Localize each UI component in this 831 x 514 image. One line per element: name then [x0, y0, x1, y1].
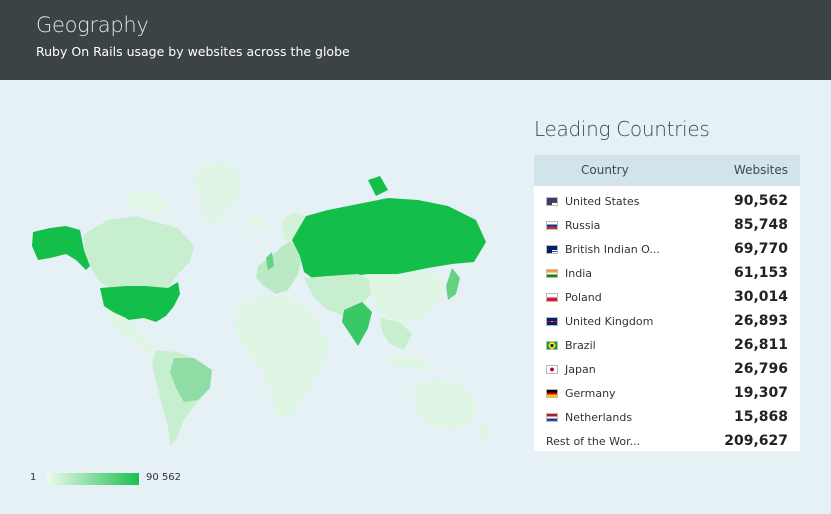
leading-countries-title: Leading Countries [534, 117, 710, 141]
de-flag-icon [546, 389, 558, 398]
table-row[interactable]: India 61,153 [534, 262, 800, 286]
world-map[interactable] [28, 150, 498, 450]
map-region-arctic-islands [126, 190, 168, 214]
ru-flag-icon [546, 221, 558, 230]
table-row[interactable]: Netherlands 15,868 [534, 406, 800, 430]
legend-max-label: 90 562 [146, 472, 181, 483]
table-row[interactable]: Rest of the Wor... 209,627 [534, 430, 800, 454]
country-name: Russia [565, 219, 601, 232]
table-row[interactable]: United States 90,562 [534, 190, 800, 214]
leading-countries-table: Country Websites United States 90,562 Russ… [534, 155, 800, 451]
legend-min-label: 1 [30, 472, 37, 483]
map-region-new-zealand[interactable] [480, 422, 490, 444]
country-name: Brazil [565, 339, 596, 352]
table-row[interactable]: British Indian O... 69,770 [534, 238, 800, 262]
country-name: India [565, 267, 592, 280]
nl-flag-icon [546, 413, 558, 422]
table-row[interactable]: Germany 19,307 [534, 382, 800, 406]
column-header-country[interactable]: Country [581, 163, 629, 177]
map-region-russia[interactable] [292, 198, 486, 282]
in-flag-icon [546, 269, 558, 278]
map-region-indonesia[interactable] [388, 356, 430, 370]
map-region-greenland[interactable] [194, 162, 240, 226]
country-name: Japan [565, 363, 596, 376]
table-row[interactable]: Brazil 26,811 [534, 334, 800, 358]
website-count: 19,307 [733, 385, 788, 401]
us-flag-icon [546, 197, 558, 206]
map-region-australia[interactable] [414, 378, 476, 430]
table-row[interactable]: Japan 26,796 [534, 358, 800, 382]
website-count: 26,796 [733, 361, 788, 377]
website-count: 209,627 [724, 433, 788, 449]
website-count: 30,014 [733, 289, 788, 305]
website-count: 85,748 [733, 217, 788, 233]
jp-flag-icon [546, 365, 558, 374]
br-flag-icon [546, 341, 558, 350]
website-count: 69,770 [733, 241, 788, 257]
page-title: Geography [36, 13, 149, 37]
website-count: 61,153 [733, 265, 788, 281]
table-header: Country Websites [534, 155, 800, 186]
country-name: British Indian O... [565, 243, 660, 256]
country-name: Germany [565, 387, 616, 400]
country-name: Rest of the Wor... [546, 435, 641, 448]
page-header: Geography Ruby On Rails usage by website… [0, 0, 831, 80]
website-count: 15,868 [733, 409, 788, 425]
country-name: United States [565, 195, 640, 208]
map-region-iceland [248, 218, 264, 230]
country-name: Netherlands [565, 411, 633, 424]
map-region-china[interactable] [368, 270, 446, 322]
website-count: 90,562 [733, 193, 788, 209]
website-count: 26,811 [733, 337, 788, 353]
column-header-websites[interactable]: Websites [734, 163, 788, 177]
country-name: Poland [565, 291, 602, 304]
country-name: United Kingdom [565, 315, 654, 328]
table-row[interactable]: United Kingdom 26,893 [534, 310, 800, 334]
map-region-africa[interactable] [234, 296, 330, 418]
gb-flag-icon [546, 317, 558, 326]
map-region-canada[interactable] [84, 216, 194, 288]
table-row[interactable]: Poland 30,014 [534, 286, 800, 310]
table-row[interactable]: Russia 85,748 [534, 214, 800, 238]
pl-flag-icon [546, 293, 558, 302]
map-region-japan[interactable] [446, 268, 460, 300]
map-region-se-asia[interactable] [380, 318, 412, 350]
map-region-alaska[interactable] [32, 226, 90, 270]
io-flag-icon [546, 245, 558, 254]
website-count: 26,893 [733, 313, 788, 329]
map-region-russia-islands [368, 176, 388, 196]
page-subtitle: Ruby On Rails usage by websites across t… [36, 44, 350, 59]
legend-gradient-bar [47, 473, 139, 485]
